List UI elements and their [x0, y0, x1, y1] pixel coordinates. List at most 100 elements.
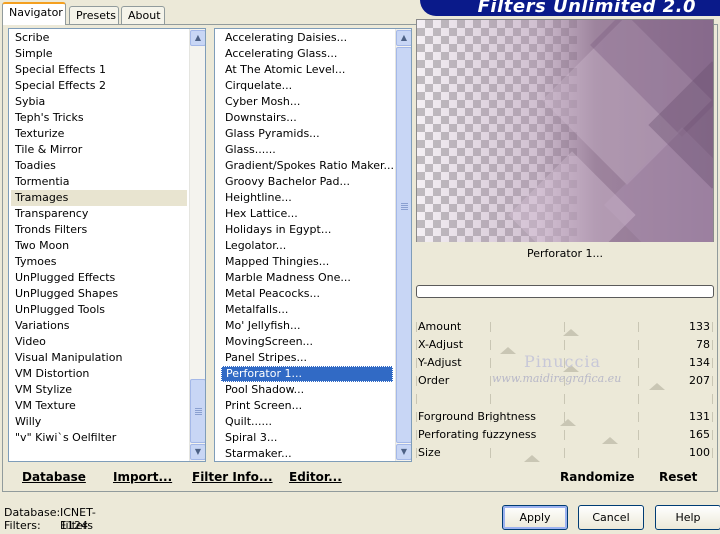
tab-about[interactable]: About	[121, 6, 165, 24]
filter-item[interactable]: Glass......	[221, 142, 393, 158]
filter-item[interactable]: Metalfalls...	[221, 302, 393, 318]
category-item[interactable]: Two Moon	[11, 238, 187, 254]
filter-item[interactable]: Gradient/Spokes Ratio Maker...	[221, 158, 394, 174]
import-button[interactable]: Import...	[113, 470, 172, 484]
category-item[interactable]: Scribe	[11, 30, 187, 46]
filter-item[interactable]: Groovy Bachelor Pad...	[221, 174, 393, 190]
editor-button[interactable]: Editor...	[289, 470, 342, 484]
category-item[interactable]: VM Texture	[11, 398, 187, 414]
watermark-url: www.maidiregrafica.eu	[492, 372, 622, 385]
filter-item[interactable]: Marble Madness One...	[221, 270, 393, 286]
category-item[interactable]: Special Effects 2	[11, 78, 187, 94]
category-item[interactable]: Simple	[11, 46, 187, 62]
parameter-label: Perforating fuzzyness	[418, 428, 537, 441]
parameter-slider[interactable]: Amount 133	[416, 318, 714, 336]
category-item[interactable]: Sybia	[11, 94, 187, 110]
filter-item[interactable]: Glass Pyramids...	[221, 126, 393, 142]
category-list[interactable]: Scribe Simple Special Effects 1 Special Eff…	[8, 28, 206, 462]
filter-item[interactable]: At The Atomic Level...	[221, 62, 393, 78]
filter-item[interactable]: Legolator...	[221, 238, 393, 254]
category-item[interactable]: UnPlugged Effects	[11, 270, 187, 286]
filter-scrollbar[interactable]: ▲ ▼	[395, 29, 411, 461]
category-item[interactable]: Tronds Filters	[11, 222, 187, 238]
filter-item[interactable]: Print Screen...	[221, 398, 393, 414]
filter-name-label: Perforator 1...	[416, 242, 714, 266]
category-item[interactable]: Tormentia	[11, 174, 187, 190]
filter-item[interactable]: Downstairs...	[221, 110, 393, 126]
apply-button[interactable]: Apply	[502, 505, 568, 530]
app-title: Filters Unlimited 2.0	[477, 0, 696, 16]
category-item[interactable]: "v" Kiwi`s Oelfilter	[11, 430, 187, 446]
reset-button[interactable]: Reset	[659, 470, 697, 484]
filter-item[interactable]: Metal Peacocks...	[221, 286, 393, 302]
filter-item[interactable]: Perforator 1...	[221, 366, 393, 382]
parameter-slider[interactable]: Forground Brightness 131	[416, 408, 714, 426]
category-item[interactable]: UnPlugged Shapes	[11, 286, 187, 302]
parameter-value: 78	[696, 338, 710, 351]
database-button[interactable]: Database	[22, 470, 86, 484]
tab-navigator[interactable]: Navigator	[2, 2, 66, 25]
filter-item[interactable]: Cirquelate...	[221, 78, 393, 94]
filter-item[interactable]: Mapped Thingies...	[221, 254, 393, 270]
parameter-value: 134	[689, 356, 710, 369]
category-item[interactable]: Willy	[11, 414, 187, 430]
slider-knob[interactable]	[500, 347, 516, 354]
parameter-slider[interactable]: Size 100	[416, 444, 714, 462]
slider-knob[interactable]	[649, 383, 665, 390]
category-item[interactable]: Transparency	[11, 206, 187, 222]
parameter-value: 207	[689, 374, 710, 387]
filter-item[interactable]: Spiral 3...	[221, 430, 393, 446]
filter-item[interactable]: Quilt......	[221, 414, 393, 430]
filter-item[interactable]: Pool Shadow...	[221, 382, 393, 398]
category-item[interactable]: Visual Manipulation	[11, 350, 187, 366]
category-item[interactable]: Tymoes	[11, 254, 187, 270]
watermark-name: Pinuccia	[524, 352, 602, 371]
parameter-value: 100	[689, 446, 710, 459]
category-scrollbar[interactable]: ▲ ▼	[189, 29, 205, 461]
category-item[interactable]: Video	[11, 334, 187, 350]
parameter-slider[interactable]	[416, 390, 714, 408]
help-button[interactable]: Help	[655, 505, 720, 530]
category-item[interactable]: VM Stylize	[11, 382, 187, 398]
slider-knob[interactable]	[560, 419, 576, 426]
scroll-up-icon[interactable]: ▲	[190, 30, 205, 46]
category-item[interactable]: Special Effects 1	[11, 62, 187, 78]
cancel-button[interactable]: Cancel	[578, 505, 644, 530]
category-item[interactable]: UnPlugged Tools	[11, 302, 187, 318]
filter-item[interactable]: Panel Stripes...	[221, 350, 393, 366]
category-item[interactable]: Toadies	[11, 158, 187, 174]
parameter-label: Y-Adjust	[418, 356, 462, 369]
filters-count-status: Filters: 1124	[4, 519, 88, 532]
category-item[interactable]: Tile & Mirror	[11, 142, 187, 158]
category-item[interactable]: VM Distortion	[11, 366, 187, 382]
filter-item[interactable]: Accelerating Daisies...	[221, 30, 393, 46]
filter-item[interactable]: Heightline...	[221, 190, 393, 206]
slider-knob[interactable]	[524, 455, 540, 462]
category-item[interactable]: Variations	[11, 318, 187, 334]
parameter-slider[interactable]: Perforating fuzzyness 165	[416, 426, 714, 444]
scroll-thumb[interactable]	[190, 379, 205, 443]
filter-item[interactable]: Holidays in Egypt...	[221, 222, 393, 238]
filter-item[interactable]: Hex Lattice...	[221, 206, 393, 222]
app-banner: Filters Unlimited 2.0	[420, 0, 720, 16]
filter-item[interactable]: Mo' Jellyfish...	[221, 318, 393, 334]
parameter-label: X-Adjust	[418, 338, 464, 351]
scroll-thumb[interactable]	[396, 47, 411, 443]
category-item[interactable]: Tramages	[11, 190, 187, 206]
filter-list[interactable]: Accelerating Daisies... Accelerating Glas…	[214, 28, 412, 462]
category-item[interactable]: Texturize	[11, 126, 187, 142]
filter-item[interactable]: Cyber Mosh...	[221, 94, 393, 110]
filter-item[interactable]: MovingScreen...	[221, 334, 393, 350]
filter-item[interactable]: Accelerating Glass...	[221, 46, 393, 62]
scroll-down-icon[interactable]: ▼	[190, 444, 205, 460]
slider-knob[interactable]	[563, 329, 579, 336]
randomize-button[interactable]: Randomize	[560, 470, 634, 484]
parameter-value: 131	[689, 410, 710, 423]
slider-knob[interactable]	[602, 437, 618, 444]
filter-info-button[interactable]: Filter Info...	[192, 470, 273, 484]
tab-presets[interactable]: Presets	[69, 6, 119, 24]
scroll-up-icon[interactable]: ▲	[396, 30, 411, 46]
scroll-down-icon[interactable]: ▼	[396, 444, 411, 460]
category-item[interactable]: Teph's Tricks	[11, 110, 187, 126]
filter-item[interactable]: Starmaker...	[221, 446, 393, 461]
